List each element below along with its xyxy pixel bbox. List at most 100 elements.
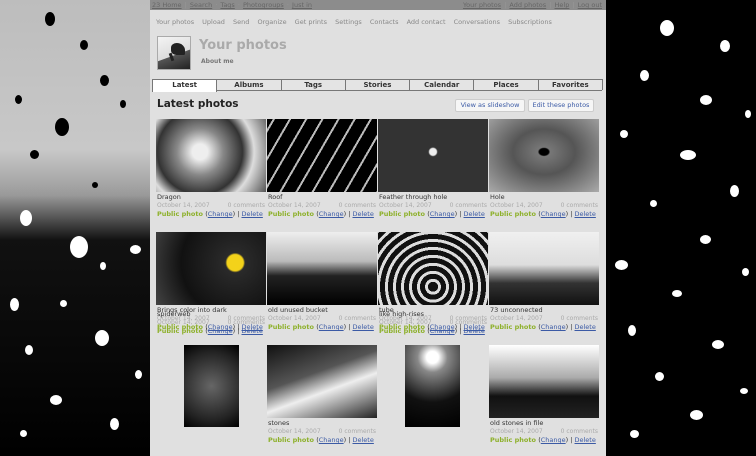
photo-comments[interactable]: 0 comments [339, 428, 376, 435]
edit-photos-button[interactable]: Edit these photos [528, 99, 594, 112]
delete-photo-link[interactable]: Delete [575, 436, 596, 444]
tab-favorites[interactable]: Favorites [537, 79, 603, 90]
delete-photo-link[interactable]: Delete [464, 327, 485, 335]
raindrop [628, 325, 636, 336]
privacy-status: Public photo [157, 327, 206, 335]
change-privacy-link[interactable]: Change [541, 436, 566, 444]
menu-subscriptions[interactable]: Subscriptions [508, 18, 552, 26]
photo-comments[interactable]: 0 comments [228, 202, 265, 209]
top-link-home[interactable]: 23 Home [152, 1, 182, 9]
menu-your-photos[interactable]: Your photos [156, 18, 194, 26]
tree-icon [171, 43, 185, 55]
photo-caption[interactable]: spiderweb [157, 310, 191, 318]
dragon-sculpture-thumbnail[interactable] [156, 119, 266, 192]
photo-date: October 14, 2007 [490, 428, 543, 435]
photo-caption[interactable]: Dragon [157, 193, 181, 201]
photo-comments[interactable]: 0 comments [339, 202, 376, 209]
photo-caption[interactable]: like high-rises [379, 310, 424, 318]
menu-get-prints[interactable]: Get prints [295, 18, 327, 26]
photo-meta: October 14, 2007 0 comments [268, 202, 376, 209]
photo-caption[interactable]: stones [268, 419, 289, 427]
menu-send[interactable]: Send [233, 18, 249, 26]
photo-comments[interactable]: 0 comments [561, 315, 598, 322]
delete-photo-link[interactable]: Delete [575, 323, 596, 331]
change-privacy-link[interactable]: Change [319, 436, 344, 444]
tab-places[interactable]: Places [473, 79, 539, 90]
top-navigation: 23 Home | Search · Tags · Photogroups · … [150, 0, 606, 10]
delete-photo-link[interactable]: Delete [242, 210, 263, 218]
delete-photo-link[interactable]: Delete [353, 323, 374, 331]
photo-comments[interactable]: 0 comments [339, 315, 376, 322]
change-privacy-link[interactable]: Change [319, 323, 344, 331]
privacy-status: Public photo [490, 210, 539, 218]
photo-privacy: Public photo (Change) | Delete [268, 323, 374, 331]
top-link-help[interactable]: Help [555, 1, 570, 9]
change-privacy-link[interactable]: Change [208, 327, 233, 335]
photo-comments[interactable]: 0 comments [561, 202, 598, 209]
top-nav-right: Your photos | Add photos | Help | Log ou… [462, 1, 602, 9]
about-me-link[interactable]: About me [201, 58, 234, 65]
tab-calendar[interactable]: Calendar [409, 79, 475, 90]
change-privacy-link[interactable]: Change [541, 210, 566, 218]
photo-privacy: Public photo (Change) | Delete [490, 210, 596, 218]
photo-caption[interactable]: Feather through hole [379, 193, 447, 201]
high-rises-thumbnail[interactable] [405, 345, 460, 427]
top-link-search[interactable]: Search [190, 1, 212, 9]
change-privacy-link[interactable]: Change [541, 323, 566, 331]
tab-albums[interactable]: Albums [216, 79, 282, 90]
photo-caption[interactable]: old unused bucket [268, 306, 328, 314]
raindrop [615, 260, 628, 270]
menu-contacts[interactable]: Contacts [370, 18, 399, 26]
change-privacy-link[interactable]: Change [430, 327, 455, 335]
top-link-add-photos[interactable]: Add photos [509, 1, 546, 9]
delete-photo-link[interactable]: Delete [575, 210, 596, 218]
top-link-your-photos[interactable]: Your photos [463, 1, 501, 9]
raindrop [655, 372, 664, 381]
photo-caption[interactable]: Roof [268, 193, 282, 201]
stone-slabs-thumbnail[interactable] [489, 345, 599, 418]
photo-comments[interactable]: 0 comments [228, 319, 265, 326]
top-link-justin[interactable]: Just in [292, 1, 312, 9]
tab-latest[interactable]: Latest [152, 79, 218, 92]
page-title: Your photos [199, 38, 287, 53]
photo-caption[interactable]: old stones in file [490, 419, 543, 427]
stones-stairs-thumbnail[interactable] [267, 345, 377, 418]
change-privacy-link[interactable]: Change [430, 210, 455, 218]
feather-hole-thumbnail[interactable] [378, 119, 488, 192]
yellow-flower-thumbnail[interactable] [156, 232, 266, 305]
spiderweb-thumbnail[interactable] [184, 345, 239, 427]
roof-structure-thumbnail[interactable] [267, 119, 377, 192]
tab-stories[interactable]: Stories [344, 79, 411, 90]
raindrop [80, 40, 88, 50]
delete-photo-link[interactable]: Delete [353, 210, 374, 218]
menu-settings[interactable]: Settings [335, 18, 362, 26]
menu-conversations[interactable]: Conversations [454, 18, 500, 26]
photo-caption[interactable]: Hole [490, 193, 505, 201]
photo-comments[interactable]: 0 comments [561, 428, 598, 435]
delete-photo-link[interactable]: Delete [464, 210, 485, 218]
bucket-machine-thumbnail[interactable] [267, 232, 377, 305]
hole-wood-thumbnail[interactable] [489, 119, 599, 192]
top-link-tags[interactable]: Tags [220, 1, 234, 9]
top-link-photogroups[interactable]: Photogroups [243, 1, 284, 9]
menu-upload[interactable]: Upload [202, 18, 225, 26]
lamp-post-thumbnail[interactable] [489, 232, 599, 305]
photo-comments[interactable]: 0 comments [450, 202, 487, 209]
photo-caption[interactable]: 73 unconnected [490, 306, 543, 314]
change-privacy-link[interactable]: Change [208, 210, 233, 218]
top-nav-left: 23 Home | Search · Tags · Photogroups · … [152, 1, 312, 9]
slideshow-button[interactable]: View as slideshow [455, 99, 525, 112]
raindrop [70, 236, 88, 258]
menu-organize[interactable]: Organize [257, 18, 286, 26]
delete-photo-link[interactable]: Delete [353, 436, 374, 444]
delete-photo-link[interactable]: Delete [242, 327, 263, 335]
menu-add-contact[interactable]: Add contact [407, 18, 446, 26]
tab-tags[interactable]: Tags [280, 79, 346, 90]
photo-date: October 14, 2007 [379, 202, 432, 209]
change-privacy-link[interactable]: Change [319, 210, 344, 218]
buddy-icon[interactable] [157, 36, 191, 70]
photo-comments[interactable]: 0 comments [450, 319, 487, 326]
top-link-logout[interactable]: Log out [578, 1, 602, 9]
raindrop [680, 150, 696, 160]
tube-tunnel-thumbnail[interactable] [378, 232, 488, 305]
